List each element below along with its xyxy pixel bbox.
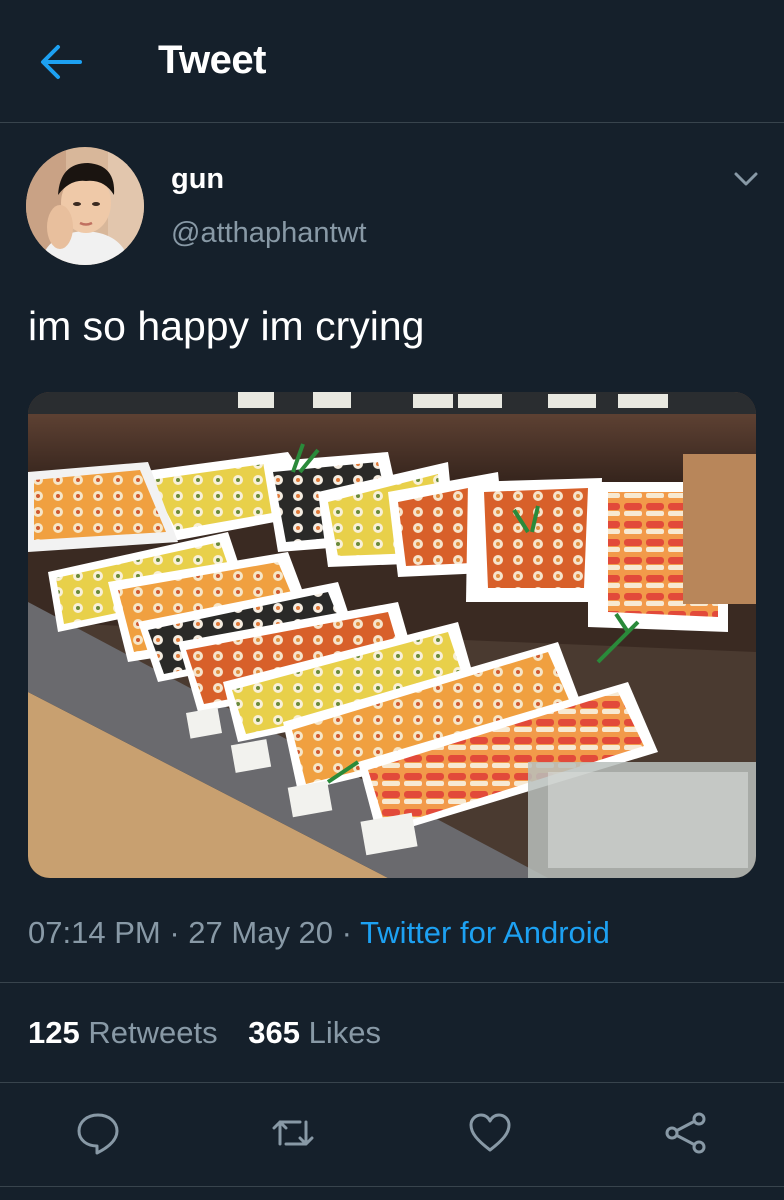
retweet-button[interactable] [270,1110,316,1156]
back-button[interactable] [36,40,84,84]
engagement-stats: 125 Retweets 365 Likes [28,1015,403,1051]
divider [0,982,784,983]
author-name[interactable]: gun [171,163,224,196]
tweet-date: 27 May 20 [188,915,334,950]
divider [0,1186,784,1187]
author-handle[interactable]: @atthaphantwt [171,217,367,250]
tweet-metadata: 07:14 PM · 27 May 20 · Twitter for Andro… [28,915,610,951]
tweet-image[interactable] [28,392,756,878]
like-icon [469,1113,511,1152]
divider [0,122,784,123]
like-label: Likes [308,1015,381,1050]
tweet-time: 07:14 PM [28,915,161,950]
likes-stat[interactable]: 365 Likes [248,1015,381,1050]
top-bar: Tweet [0,0,784,122]
retweet-icon [272,1120,314,1146]
avatar[interactable] [26,147,144,265]
chevron-down-icon [734,172,758,186]
share-icon [665,1112,706,1154]
retweet-count: 125 [28,1015,80,1050]
avatar-photo [26,147,144,265]
sushi-buffet-photo [28,392,756,878]
reply-icon [77,1113,119,1155]
tweet-source-link[interactable]: Twitter for Android [360,915,610,950]
like-button[interactable] [467,1110,513,1156]
retweet-label: Retweets [88,1015,218,1050]
meta-separator: · [169,915,180,950]
arrow-left-icon [41,45,82,79]
tweet-text: im so happy im crying [28,303,425,349]
divider [0,1082,784,1083]
retweets-stat[interactable]: 125 Retweets [28,1015,218,1050]
meta-separator: · [341,915,352,950]
like-count: 365 [248,1015,300,1050]
tweet-menu-button[interactable] [728,164,764,194]
reply-button[interactable] [75,1110,121,1156]
page-title: Tweet [158,38,266,82]
share-button[interactable] [663,1110,709,1156]
